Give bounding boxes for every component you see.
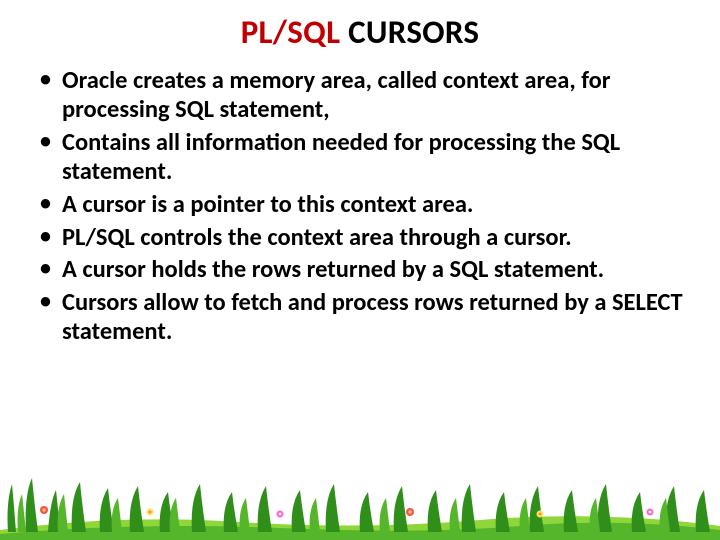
bullet-list: Oracle creates a memory area, called con… bbox=[28, 66, 692, 346]
bullet-item: PL/SQL controls the context area through… bbox=[36, 223, 692, 252]
bullet-item: A cursor is a pointer to this context ar… bbox=[36, 190, 692, 219]
title-part-red: PL/SQL bbox=[241, 12, 341, 52]
bullet-item: Cursors allow to fetch and process rows … bbox=[36, 288, 692, 346]
bullet-item: A cursor holds the rows returned by a SQ… bbox=[36, 255, 692, 284]
grass-footer-icon bbox=[0, 472, 720, 540]
slide-title: PL/SQL CURSORS bbox=[28, 12, 692, 52]
slide: PL/SQL CURSORS Oracle creates a memory a… bbox=[0, 0, 720, 540]
bullet-item: Oracle creates a memory area, called con… bbox=[36, 66, 692, 124]
bullet-item: Contains all information needed for proc… bbox=[36, 128, 692, 186]
title-part-black: CURSORS bbox=[340, 12, 479, 52]
